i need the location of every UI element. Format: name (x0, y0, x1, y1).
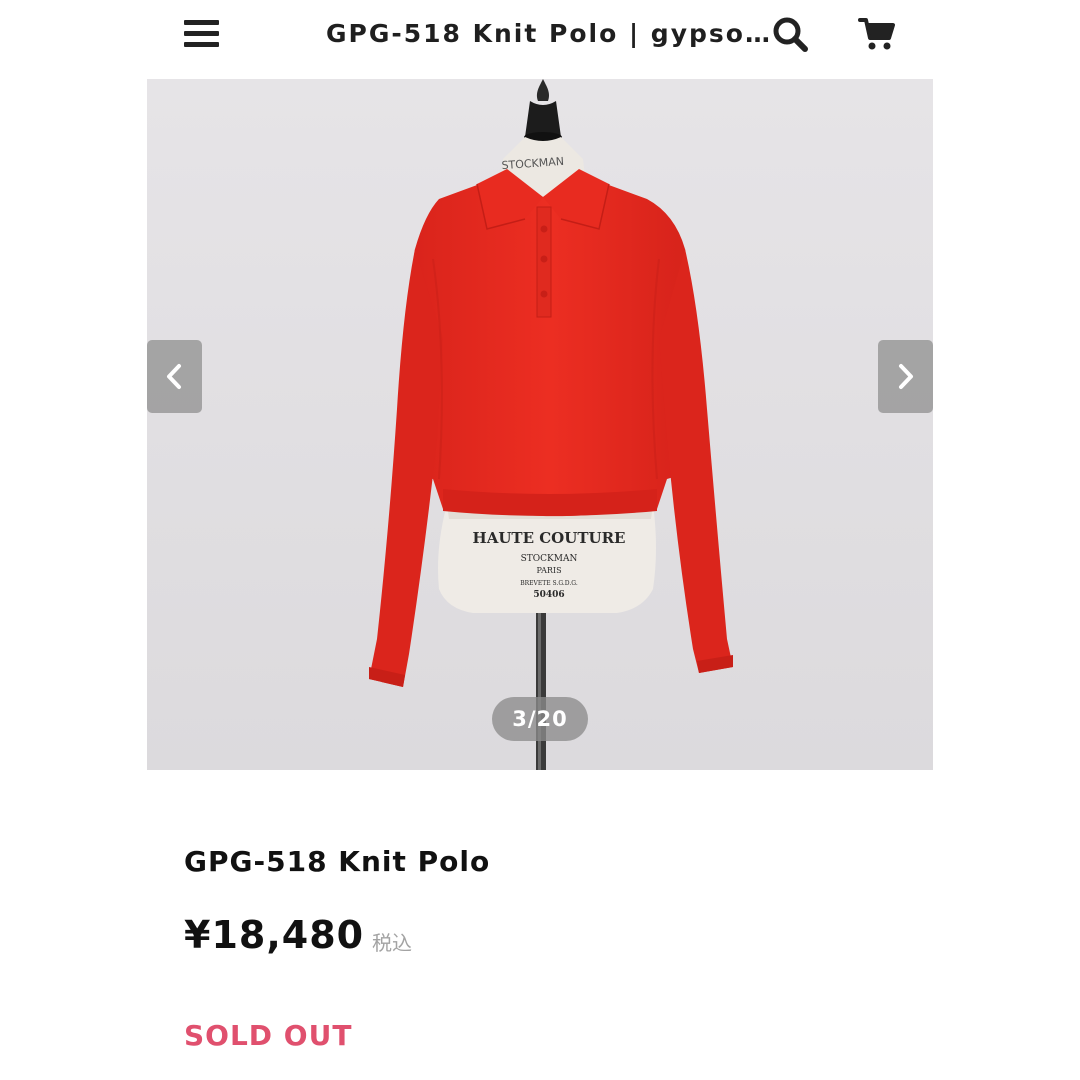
search-icon[interactable] (772, 16, 808, 52)
product-image-carousel[interactable]: STOCKMAN HAUTE COUTURE STOCKMAN PARIS BR… (147, 79, 933, 770)
mannequin-label-line5: 50406 (533, 590, 564, 600)
tax-included-note: 税込 (372, 931, 412, 955)
mannequin-label-line1: HAUTE COUTURE (473, 529, 626, 547)
page-title: GPG-518 Knit Polo | gypso… (326, 19, 772, 48)
mannequin-label-line3: PARIS (536, 566, 561, 575)
chevron-right-icon (899, 364, 913, 389)
image-counter: 3/20 (492, 697, 588, 741)
product-photo: STOCKMAN HAUTE COUTURE STOCKMAN PARIS BR… (147, 79, 933, 770)
mannequin-label-line2: STOCKMAN (521, 554, 578, 564)
mannequin-label-line4: BREVETE S.G.D.G. (520, 580, 578, 587)
shopping-cart-icon[interactable] (858, 16, 896, 52)
carousel-next-button[interactable] (878, 340, 933, 413)
product-price: ¥18,480 (184, 913, 365, 957)
chevron-left-icon (167, 364, 181, 389)
top-header: GPG-518 Knit Polo | gypso… (0, 0, 1080, 70)
hamburger-menu-icon[interactable] (184, 18, 220, 50)
carousel-prev-button[interactable] (147, 340, 202, 413)
sold-out-status: SOLD OUT (184, 1019, 353, 1052)
product-name: GPG-518 Knit Polo (184, 845, 491, 878)
